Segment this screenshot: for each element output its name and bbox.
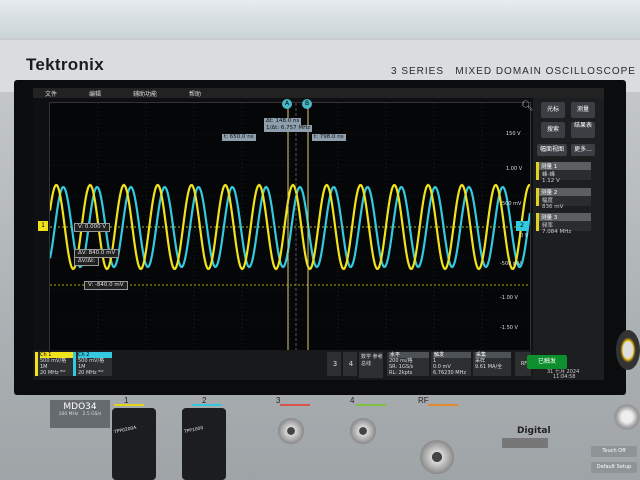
measurement-3-value: 7.084 MHz	[542, 229, 572, 235]
magnifier-icon[interactable]: 🔍︎	[521, 101, 534, 112]
ch1-ground-marker[interactable]: 1	[38, 221, 48, 231]
ch1-bandwidth: 20 MHz ᴮᵂ	[40, 370, 66, 376]
probe-ch1[interactable]: TPP0200A	[112, 408, 156, 480]
more-button[interactable]: 更多...	[571, 144, 595, 156]
results-table-button[interactable]: 结果表	[571, 122, 595, 138]
measurement-3-title: 测量 3	[539, 213, 591, 221]
cursor-button[interactable]: 光标	[541, 102, 565, 118]
ch2-bandwidth: 20 MHz ᴮᵂ	[78, 370, 104, 376]
cursor-dv-dt-readout: ΔV/Δt:	[74, 257, 100, 266]
acquisition-count: 9.61 MA/全	[475, 364, 503, 370]
waveform-plot[interactable]: Δt: 148.0 ns 1/Δt: 6.757 MHz t: 650.0 ns…	[38, 99, 532, 352]
ch2-settings-badge[interactable]: Ch 2 500 mV/格 1M 20 MHz ᴮᵂ	[73, 352, 112, 376]
rf-input-connector[interactable]	[420, 440, 454, 474]
ch1-settings-badge[interactable]: Ch 1 500 mV/格 1M 20 MHz ᴮᵂ	[35, 352, 74, 376]
digital-port[interactable]	[502, 438, 548, 448]
right-control-panel: 🔍︎ 光标 测量 搜索 结果表 幅面视图 更多... 测量 1 峰-峰 1.12…	[521, 98, 604, 380]
axis-label-4: 0 V	[520, 233, 529, 239]
horizontal-settings-badge[interactable]: 水平 200 ns/格 SR: 1GS/s RL: 2kpts	[387, 352, 429, 376]
trigger-settings-badge[interactable]: 触发 1 0.0 mV 6.76230 MHz	[431, 352, 471, 376]
secondary-knob[interactable]	[614, 404, 640, 430]
front-rf-stripe	[428, 404, 458, 406]
trigger-status-button[interactable]: 已触发	[527, 355, 567, 369]
measurement-3-badge[interactable]: 测量 3 频率 7.084 MHz	[536, 213, 591, 235]
model-name: MDO34	[63, 402, 97, 412]
measure-button[interactable]: 测量	[571, 102, 595, 118]
cursor-v2-readout: V: -840.0 mV	[84, 281, 128, 290]
digital-label: Digital	[517, 426, 551, 436]
front-ch3-stripe	[280, 404, 310, 406]
front-ch4-label: 4	[350, 396, 355, 405]
horizontal-record-length: RL: 2kpts	[389, 370, 413, 376]
display-screen: 文件 编辑 辅助功能 帮助 Δt: 148.0 ns 1/Δt: 6.757 M…	[33, 88, 604, 380]
math-ref-bus-button[interactable]: 数学 参考 总线	[359, 352, 383, 378]
zoom-view-button[interactable]: 幅面视图	[537, 144, 567, 156]
front-ch1-stripe	[114, 404, 144, 406]
axis-label-6: -1.00 V	[500, 295, 518, 301]
ch2-ground-marker[interactable]: 2	[516, 221, 528, 231]
cursor-b-handle[interactable]: B	[302, 99, 312, 109]
control-knob[interactable]	[616, 330, 640, 370]
axis-label-7: -1.50 V	[500, 325, 518, 331]
cursor-v1-readout: V: 0.000 V	[74, 223, 111, 232]
menu-edit[interactable]: 编辑	[89, 89, 101, 98]
axis-label-3: 500 mV	[502, 201, 522, 207]
probe-ch2[interactable]: TPP1000	[182, 408, 226, 480]
series-title: 3 SERIES MIXED DOMAIN OSCILLOSCOPE	[391, 66, 636, 77]
front-ch2-stripe	[192, 404, 222, 406]
ch3-button[interactable]: 3	[327, 352, 341, 376]
ch4-button[interactable]: 4	[343, 352, 357, 376]
time-readout: 11:04:58	[553, 374, 576, 380]
acquisition-settings-badge[interactable]: 采集 采样 9.61 MA/全	[473, 352, 511, 376]
cursor-t2-readout: t: 798.0 ns	[312, 134, 346, 141]
bottom-settings-bar: Ch 1 500 mV/格 1M 20 MHz ᴮᵂ Ch 2 500 mV/格…	[33, 350, 533, 380]
trigger-frequency: 6.76230 MHz	[433, 370, 466, 376]
menu-help[interactable]: 帮助	[189, 89, 201, 98]
touch-off-button[interactable]: Touch Off	[591, 446, 637, 457]
measurement-2-value: 836 mV	[542, 204, 564, 210]
background-wall	[0, 0, 640, 40]
measurement-3-sub: 频率	[542, 223, 554, 229]
measurement-2-badge[interactable]: 测量 2 幅度 836 mV	[536, 188, 591, 210]
axis-label-2: 1.00 V	[506, 166, 523, 172]
measurement-1-value: 1.12 V	[542, 178, 560, 184]
measurement-2-title: 测量 2	[539, 188, 591, 196]
search-button[interactable]: 搜索	[541, 122, 565, 138]
menu-file[interactable]: 文件	[45, 89, 57, 98]
bnc-ch3-connector[interactable]	[278, 418, 304, 444]
menu-utility[interactable]: 辅助功能	[133, 89, 157, 98]
cursor-delta-t: Δt: 148.0 ns	[264, 118, 302, 125]
model-spec: 100 MHz 2.5 GS/s	[58, 412, 102, 417]
axis-label-1: 150 V	[506, 131, 521, 137]
cursor-inv-delta-t: 1/Δt: 6.757 MHz	[264, 125, 313, 132]
menu-bar: 文件 编辑 辅助功能 帮助	[33, 88, 604, 98]
bnc-ch4-connector[interactable]	[350, 418, 376, 444]
cursor-t1-readout: t: 650.0 ns	[222, 134, 256, 141]
measurement-1-badge[interactable]: 测量 1 峰-峰 1.12 V	[536, 162, 591, 184]
front-ch4-stripe	[356, 404, 386, 406]
measurement-1-sub: 峰-峰	[542, 172, 555, 178]
waveform-svg	[48, 103, 532, 351]
measurement-1-title: 测量 1	[539, 162, 591, 170]
measurement-2-sub: 幅度	[542, 198, 554, 204]
brand-logo: Tektronix	[26, 55, 104, 74]
model-plate: MDO34 100 MHz 2.5 GS/s	[50, 400, 110, 428]
cursor-a-handle[interactable]: A	[282, 99, 292, 109]
default-setup-button[interactable]: Default Setup	[591, 462, 637, 473]
axis-label-5: -500 mV	[500, 261, 522, 267]
